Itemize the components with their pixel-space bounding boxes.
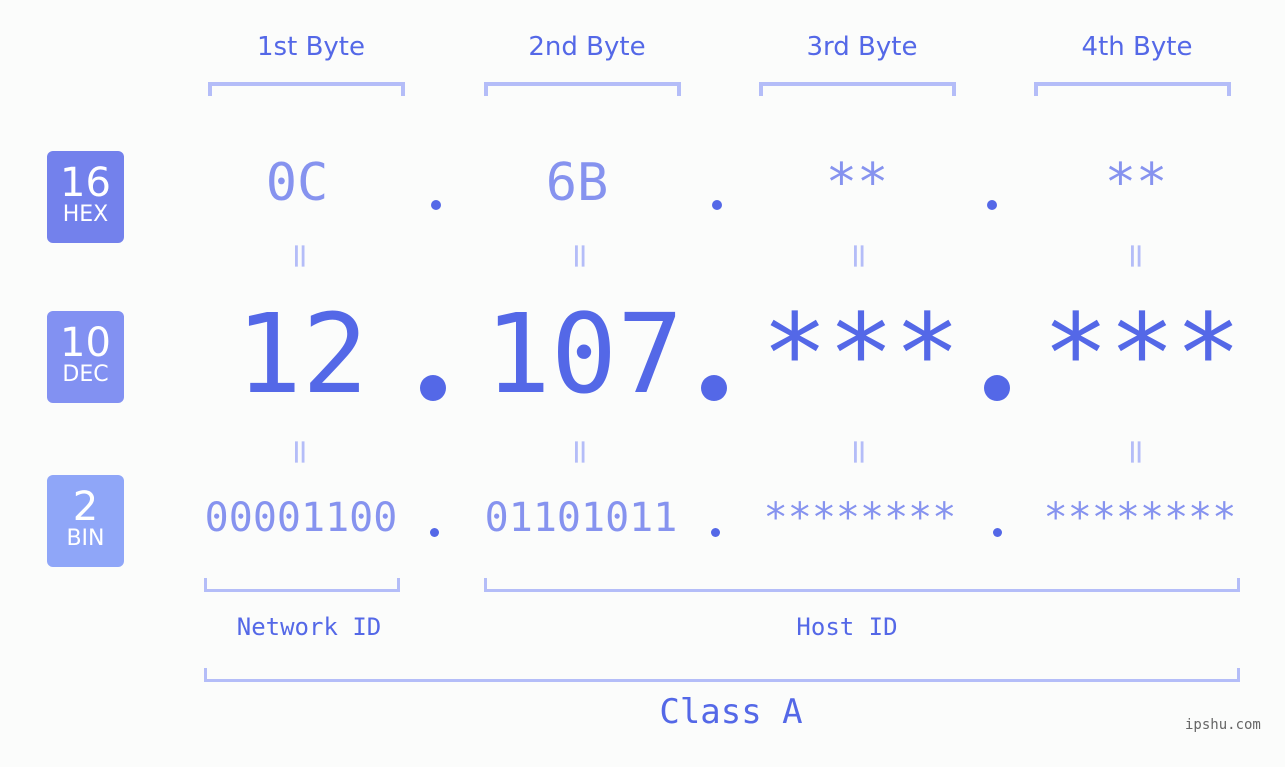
- hex-badge: 16 HEX: [47, 151, 124, 243]
- dec-octet-1: 12: [235, 290, 369, 418]
- dec-badge-number: 10: [60, 320, 111, 366]
- network-id-bracket: [204, 578, 400, 592]
- equals-sign: =: [280, 241, 320, 271]
- byte-header-2: 2nd Byte: [528, 32, 646, 62]
- equals-sign: =: [560, 241, 600, 271]
- byte-header-4: 4th Byte: [1081, 32, 1193, 62]
- bin-badge: 2 BIN: [47, 475, 124, 567]
- byte-bracket-2: [484, 82, 681, 96]
- byte-bracket-4: [1034, 82, 1231, 96]
- class-label: Class A: [659, 692, 803, 732]
- host-id-bracket: [484, 578, 1240, 592]
- dec-octet-4: ***: [1042, 290, 1242, 418]
- equals-sign: =: [839, 241, 879, 271]
- equals-sign: =: [560, 437, 600, 467]
- equals-sign: =: [839, 437, 879, 467]
- hex-octet-4: **: [1104, 153, 1168, 213]
- byte-header-1: 1st Byte: [257, 32, 365, 62]
- bin-octet-3: ********: [763, 495, 957, 541]
- bin-separator-dot: [993, 528, 1002, 537]
- hex-separator-dot: [431, 200, 441, 210]
- class-bracket: [204, 668, 1240, 682]
- bin-badge-label: BIN: [66, 526, 105, 551]
- dec-octet-3: ***: [761, 290, 961, 418]
- host-id-label: Host ID: [796, 613, 898, 641]
- equals-sign: =: [1116, 241, 1156, 271]
- bin-separator-dot: [430, 528, 439, 537]
- hex-badge-number: 16: [60, 160, 111, 206]
- bin-octet-1: 00001100: [204, 495, 398, 541]
- dec-octet-2: 107: [484, 290, 684, 418]
- byte-bracket-3: [759, 82, 956, 96]
- watermark: ipshu.com: [1185, 717, 1261, 733]
- equals-sign: =: [1116, 437, 1156, 467]
- equals-sign: =: [280, 437, 320, 467]
- network-id-label: Network ID: [236, 613, 382, 641]
- byte-header-3: 3rd Byte: [806, 32, 918, 62]
- bin-octet-4: ********: [1043, 495, 1237, 541]
- dec-separator-dot: [420, 375, 446, 401]
- hex-separator-dot: [712, 200, 722, 210]
- dec-badge-label: DEC: [62, 362, 109, 387]
- hex-octet-1: 0C: [265, 153, 329, 213]
- dec-badge: 10 DEC: [47, 311, 124, 403]
- dec-separator-dot: [701, 375, 727, 401]
- bin-badge-number: 2: [72, 484, 99, 530]
- dec-separator-dot: [984, 375, 1010, 401]
- bin-octet-2: 01101011: [484, 495, 678, 541]
- hex-badge-label: HEX: [62, 202, 109, 227]
- hex-separator-dot: [987, 200, 997, 210]
- hex-octet-2: 6B: [545, 153, 609, 213]
- hex-octet-3: **: [825, 153, 889, 213]
- byte-bracket-1: [208, 82, 405, 96]
- bin-separator-dot: [711, 528, 720, 537]
